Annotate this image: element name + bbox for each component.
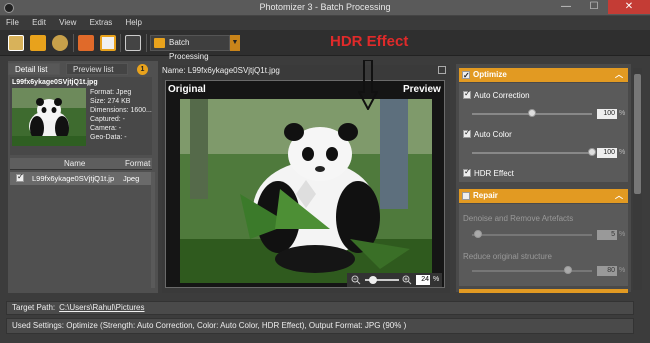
batch-processing-button[interactable]: Batch Processing (150, 35, 230, 61)
file-list-header: Name Format (10, 158, 152, 170)
zoom-out-icon[interactable] (351, 275, 361, 285)
auto-correction-checkbox[interactable] (463, 89, 471, 99)
reduce-structure-slider[interactable] (472, 270, 592, 272)
target-path-link[interactable]: C:\Users\Rahul\Pictures (59, 303, 144, 312)
file-count-badge: 1 (137, 64, 148, 75)
file-details: Format: Jpeg Size: 274 KB Dimensions: 16… (90, 88, 152, 142)
target-path-bar: Target Path: C:\Users\Rahul\Pictures (6, 301, 634, 315)
optimize-checkbox[interactable] (462, 69, 470, 83)
reduce-structure-knob[interactable] (564, 266, 572, 274)
zoom-input[interactable]: 24 (416, 275, 430, 285)
menu-extras[interactable]: Extras (84, 16, 118, 29)
auto-color-label: Auto Color (474, 130, 512, 139)
preview-filename: Name: L99fx6ykage0SVjtjQ1t.jpg (162, 66, 280, 75)
section-optimize-header[interactable]: Optimize ︿ (459, 68, 628, 83)
toolbar-separator (120, 34, 121, 52)
fullscreen-icon[interactable] (438, 66, 446, 74)
left-scrollbar[interactable] (151, 172, 155, 288)
row-checkbox[interactable] (16, 172, 24, 182)
selected-filename: L99fx6ykage0SVjtjQ1t.jpg (12, 79, 98, 86)
batch-dropdown-button[interactable]: ▼ (230, 35, 240, 51)
preview-label: Preview (403, 84, 441, 95)
denoise-value[interactable]: 5 (597, 230, 617, 240)
auto-color-slider[interactable] (472, 152, 592, 154)
right-scrollbar-thumb[interactable] (634, 74, 641, 194)
detail-dimensions: Dimensions: 1600... (90, 107, 152, 114)
minimize-button[interactable]: — (552, 0, 580, 14)
detail-camera: Camera: - (90, 125, 122, 132)
title-bar: Photomizer 3 - Batch Processing — ☐ ✕ (0, 0, 650, 16)
detail-geodata: Geo-Data: - (90, 134, 127, 141)
denoise-slider[interactable] (472, 234, 592, 236)
export-icon[interactable] (100, 35, 116, 51)
list-item[interactable]: L99fx6ykage0SVjtjQ1t.jp Jpeg (10, 172, 152, 185)
auto-color-value[interactable]: 100 (597, 148, 617, 158)
auto-color-knob[interactable] (588, 148, 596, 156)
menu-view[interactable]: View (53, 16, 81, 29)
scan-icon[interactable] (52, 35, 68, 51)
auto-correction-value[interactable]: 100 (597, 109, 617, 119)
next-section-header[interactable] (459, 289, 628, 293)
used-settings-bar: Used Settings: Optimize (Strength: Auto … (6, 318, 634, 334)
auto-correction-unit: % (619, 110, 626, 117)
menu-bar: File Edit View Extras Help (0, 16, 650, 30)
hdr-effect-checkbox[interactable] (463, 167, 471, 177)
menu-file[interactable]: File (0, 16, 24, 29)
optimize-title: Optimize (473, 70, 507, 79)
print-icon[interactable] (78, 35, 94, 51)
hdr-effect-annotation: HDR Effect (330, 33, 409, 50)
reduce-structure-label: Reduce original structure (463, 252, 552, 261)
auto-correction-label: Auto Correction (474, 91, 530, 100)
collapse-icon[interactable]: ︿ (615, 189, 623, 203)
hdr-effect-label: HDR Effect (474, 169, 514, 178)
split-handle-icon[interactable] (296, 180, 316, 208)
batch-processing-label: Batch Processing (169, 38, 209, 61)
auto-color-checkbox[interactable] (463, 128, 471, 138)
target-path-label: Target Path: (12, 303, 56, 312)
auto-color-unit: % (619, 149, 626, 156)
menu-edit[interactable]: Edit (26, 16, 51, 29)
detail-size: Size: 274 KB (90, 98, 131, 105)
collapse-icon[interactable]: ︿ (615, 68, 623, 82)
denoise-label: Denoise and Remove Artefacts (463, 214, 574, 223)
used-settings-text: Used Settings: Optimize (Strength: Auto … (12, 321, 407, 330)
batch-icon (154, 38, 165, 48)
open-folder-icon[interactable] (30, 35, 46, 51)
down-arrow-annotation-icon (358, 60, 378, 110)
zoom-slider-knob[interactable] (369, 276, 377, 284)
original-label: Original (168, 84, 206, 95)
reduce-structure-value[interactable]: 80 (597, 266, 617, 276)
repair-checkbox[interactable] (462, 192, 470, 200)
column-name[interactable]: Name (64, 159, 85, 168)
detail-captured: Captured: - (90, 116, 126, 123)
denoise-unit: % (619, 231, 626, 238)
row-filename: L99fx6ykage0SVjtjQ1t.jp (32, 174, 115, 183)
section-repair-header[interactable]: Repair ︿ (459, 189, 628, 203)
open-image-icon[interactable] (8, 35, 24, 51)
denoise-knob[interactable] (474, 230, 482, 238)
repair-title: Repair (473, 191, 498, 200)
column-format[interactable]: Format (125, 159, 150, 168)
toolbar: Batch Processing ▼ (0, 30, 650, 61)
detail-format: Format: Jpeg (90, 89, 132, 96)
close-button[interactable]: ✕ (608, 0, 650, 14)
zoom-unit: % (433, 276, 440, 283)
tab-preview-list[interactable]: Preview list (66, 63, 128, 75)
maximize-button[interactable]: ☐ (580, 0, 608, 14)
toolbar-separator (73, 34, 74, 52)
row-format: Jpeg (123, 174, 140, 183)
tab-detail-list[interactable]: Detail list (8, 63, 60, 75)
reduce-structure-unit: % (619, 267, 626, 274)
auto-correction-knob[interactable] (528, 109, 536, 117)
toolbar-separator (146, 34, 147, 52)
view-icon[interactable] (125, 35, 141, 51)
zoom-in-icon[interactable] (402, 275, 412, 285)
thumbnail-image[interactable] (12, 88, 86, 146)
menu-help[interactable]: Help (120, 16, 147, 29)
